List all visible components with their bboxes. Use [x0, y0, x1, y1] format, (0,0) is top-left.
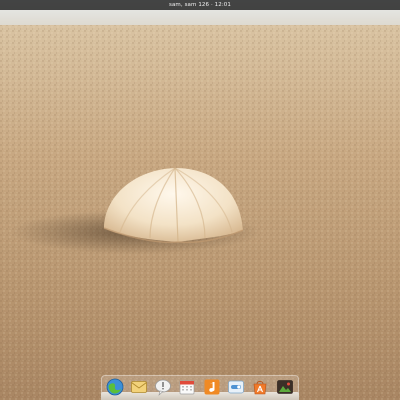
top-panel: sam, sam 126 · 12:01 [0, 0, 400, 10]
music-icon[interactable] [203, 378, 221, 396]
chat-icon[interactable] [154, 378, 172, 396]
desktop-wallpaper [0, 0, 400, 400]
photos-icon[interactable] [276, 378, 294, 396]
clock-indicator[interactable]: sam, sam 126 · 12:01 [169, 0, 231, 10]
browser-icon[interactable] [106, 378, 124, 396]
mail-icon[interactable] [130, 378, 148, 396]
settings-toggle-icon[interactable] [227, 378, 245, 396]
software-center-icon[interactable] [251, 378, 269, 396]
calendar-icon[interactable] [178, 378, 196, 396]
